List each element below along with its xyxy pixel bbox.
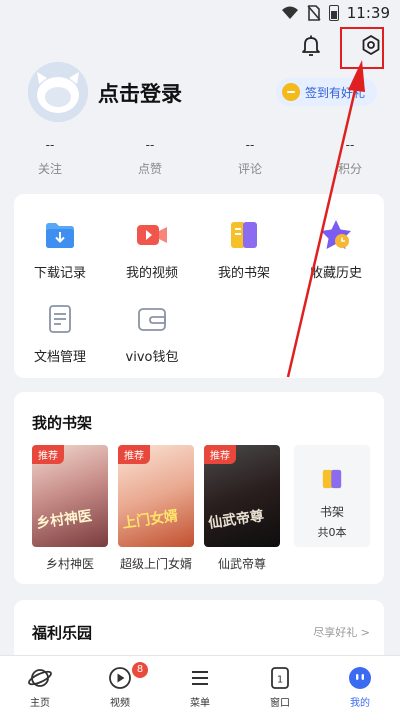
- stat-follows[interactable]: -- 关注: [0, 138, 100, 178]
- tab-windows[interactable]: 1 窗口: [240, 656, 320, 712]
- tool-label: 下载记录: [33, 266, 86, 281]
- recommend-badge: 推荐: [118, 445, 150, 464]
- no-sim-icon: [307, 5, 321, 21]
- cover-title: 上门女婿: [121, 508, 179, 532]
- planet-icon: [27, 665, 53, 691]
- status-bar: 11:39: [0, 0, 400, 28]
- welfare-more-link[interactable]: 尽享好礼 >: [313, 624, 370, 640]
- book-item[interactable]: 推荐 仙武帝尊 仙武帝尊: [204, 445, 280, 572]
- avatar[interactable]: [28, 62, 88, 122]
- recommend-badge: 推荐: [32, 445, 64, 464]
- tool-label: 我的书架: [217, 266, 270, 281]
- tool-label: 文档管理: [33, 350, 86, 365]
- tool-vivo-wallet[interactable]: vivo钱包: [106, 302, 198, 365]
- profile-section: 点击登录 签到有好礼: [28, 62, 378, 122]
- download-folder-icon: [43, 218, 77, 252]
- cover-title: 乡村神医: [35, 508, 93, 532]
- status-time: 11:39: [346, 4, 390, 22]
- bookshelf-count: 共0本: [317, 526, 347, 539]
- recommend-badge: 推荐: [204, 445, 236, 464]
- tab-label: 视频: [110, 698, 130, 709]
- tools-card: 下载记录 我的视频 我的书架 收藏历史 文档管理 vivo钱包: [14, 194, 384, 378]
- stat-label: 积分: [337, 162, 362, 176]
- bookshelf-icon: [227, 218, 261, 252]
- coin-icon: [282, 83, 300, 101]
- window-icon: 1: [267, 665, 293, 691]
- tool-document-manager[interactable]: 文档管理: [14, 302, 106, 365]
- play-icon: [107, 665, 133, 691]
- tool-label: 我的视频: [125, 266, 178, 281]
- book-title: 乡村神医: [45, 557, 94, 571]
- tab-label: 窗口: [270, 698, 290, 709]
- stat-value: --: [345, 138, 355, 152]
- tab-label: 我的: [350, 698, 370, 709]
- bookshelf-card: 我的书架 推荐 乡村神医 乡村神医 推荐 上门女婿 超级上门女婿 推荐 仙武帝尊…: [14, 392, 384, 584]
- cover-title: 仙武帝尊: [207, 508, 265, 532]
- stat-label: 评论: [237, 162, 262, 176]
- stat-label: 点赞: [137, 162, 162, 176]
- stat-value: --: [45, 138, 55, 152]
- wifi-icon: [281, 6, 298, 19]
- bookshelf-icon: [322, 469, 342, 489]
- stat-label: 关注: [37, 162, 62, 176]
- book-item[interactable]: 推荐 上门女婿 超级上门女婿: [118, 445, 194, 572]
- book-cover: 推荐 仙武帝尊: [204, 445, 280, 547]
- login-prompt[interactable]: 点击登录: [98, 78, 182, 108]
- status-icons: 11:39: [281, 4, 390, 22]
- bookshelf-tile-label: 书架: [319, 505, 344, 519]
- video-notification-badge: 8: [132, 662, 148, 678]
- default-avatar-icon: [28, 62, 88, 122]
- stat-value: --: [145, 138, 155, 152]
- tool-my-videos[interactable]: 我的视频: [106, 218, 198, 281]
- document-icon: [43, 302, 77, 336]
- stat-value: --: [245, 138, 255, 152]
- battery-icon: [328, 5, 339, 21]
- tab-label: 主页: [30, 698, 50, 709]
- stat-comments[interactable]: -- 评论: [200, 138, 300, 178]
- tool-download-records[interactable]: 下载记录: [14, 218, 106, 281]
- tab-video[interactable]: 视频: [80, 656, 160, 712]
- tool-favorites-history[interactable]: 收藏历史: [290, 218, 382, 281]
- book-title: 仙武帝尊: [217, 557, 266, 571]
- bookshelf-title: 我的书架: [32, 414, 93, 432]
- book-cover: 推荐 上门女婿: [118, 445, 194, 547]
- notification-button[interactable]: [296, 30, 326, 60]
- video-icon: [135, 218, 169, 252]
- bookshelf-tile[interactable]: 书架 共0本: [294, 445, 370, 547]
- welfare-title: 福利乐园: [32, 624, 93, 642]
- tab-menu[interactable]: 菜单: [160, 656, 240, 712]
- tab-home[interactable]: 主页: [0, 656, 80, 712]
- wallet-icon: [135, 302, 169, 336]
- book-title: 超级上门女婿: [119, 557, 192, 571]
- book-cover: 推荐 乡村神医: [32, 445, 108, 547]
- stat-points[interactable]: -- 积分: [300, 138, 400, 178]
- daily-sign-in-button[interactable]: 签到有好礼: [276, 78, 378, 106]
- svg-text:1: 1: [277, 675, 283, 686]
- star-clock-icon: [319, 218, 353, 252]
- sign-in-label: 签到有好礼: [305, 85, 366, 100]
- tool-label: vivo钱包: [125, 350, 179, 365]
- profile-face-icon: [347, 665, 373, 691]
- tool-label: 收藏历史: [309, 266, 362, 281]
- stats-row: -- 关注 -- 点赞 -- 评论 -- 积分: [0, 138, 400, 178]
- bottom-tab-bar: 主页 视频 菜单 1 窗口 我的: [0, 655, 400, 712]
- menu-icon: [187, 665, 213, 691]
- stat-likes[interactable]: -- 点赞: [100, 138, 200, 178]
- bell-icon: [302, 35, 320, 56]
- tool-my-bookshelf[interactable]: 我的书架: [198, 218, 290, 281]
- tab-me[interactable]: 我的: [320, 656, 400, 712]
- book-item[interactable]: 推荐 乡村神医 乡村神医: [32, 445, 108, 572]
- tab-label: 菜单: [190, 698, 210, 709]
